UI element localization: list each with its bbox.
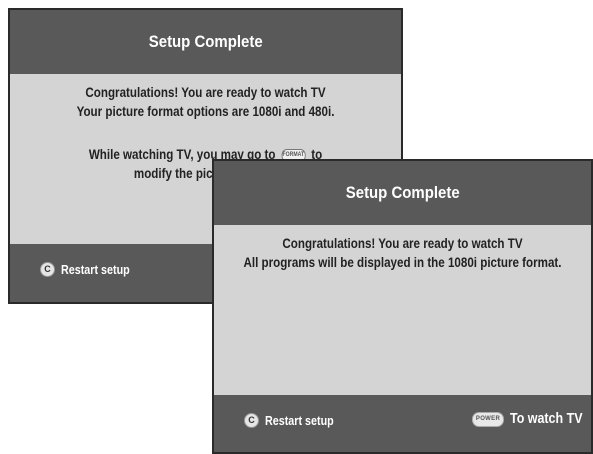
- restart-setup-button[interactable]: C Restart setup: [40, 262, 141, 277]
- power-key-icon: POWER: [472, 411, 504, 427]
- screen-title: Setup Complete: [345, 183, 460, 202]
- title-bar: Setup Complete: [10, 10, 401, 74]
- restart-setup-label: Restart setup: [61, 262, 130, 277]
- watch-tv-button[interactable]: POWER To watch TV: [472, 411, 593, 427]
- restart-setup-label: Restart setup: [265, 413, 334, 428]
- message-panel: Congratulations! You are ready to watch …: [214, 225, 591, 395]
- message-line-2: All programs will be displayed in the 10…: [243, 255, 562, 270]
- message-line-2: Your picture format options are 1080i an…: [76, 104, 335, 119]
- watch-tv-label: To watch TV: [510, 411, 583, 427]
- restart-setup-button[interactable]: C Restart setup: [244, 413, 345, 428]
- title-bar: Setup Complete: [214, 161, 591, 225]
- c-key-icon: C: [40, 262, 55, 277]
- message-line-1: Congratulations! You are ready to watch …: [85, 85, 326, 100]
- screen-title: Setup Complete: [148, 32, 263, 51]
- c-key-icon: C: [244, 413, 259, 428]
- message-line-1: Congratulations! You are ready to watch …: [282, 236, 523, 251]
- setup-complete-screen-front: Setup Complete Congratulations! You are …: [212, 159, 593, 454]
- footer-bar: C Restart setup POWER To watch TV: [214, 395, 591, 452]
